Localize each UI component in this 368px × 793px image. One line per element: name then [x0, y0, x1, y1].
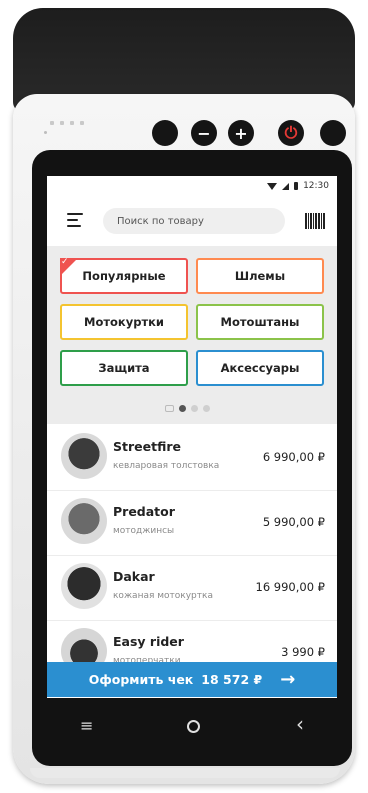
category-panel: Популярные Шлемы Мотокуртки Мотоштаны За… [47, 246, 337, 424]
category-label: Популярные [82, 269, 166, 283]
product-description: мотоджинсы [113, 526, 175, 536]
list-item[interactable]: Dakar кожаная мотокуртка 16 990,00 ₽ [47, 556, 337, 621]
menu-icon[interactable] [67, 213, 83, 231]
category-label: Шлемы [234, 269, 286, 283]
system-navbar: ≡ ‹ [32, 708, 352, 748]
category-label: Аксессуары [220, 361, 300, 375]
menu-nav-icon[interactable]: ≡ [80, 716, 93, 735]
category-accessories[interactable]: Аксессуары [196, 350, 324, 386]
product-name: Easy rider [113, 634, 184, 649]
search-input[interactable] [103, 208, 285, 234]
product-image [61, 498, 107, 544]
category-label: Защита [98, 361, 150, 375]
device-chin [30, 768, 340, 778]
list-item[interactable]: Streetfire кевларовая толстовка 6 990,00… [47, 426, 337, 491]
battery-icon [294, 182, 299, 190]
product-image [61, 433, 107, 479]
product-list: Streetfire кевларовая толстовка 6 990,00… [47, 426, 337, 686]
camera-button[interactable] [152, 120, 178, 146]
checkout-button[interactable]: Оформить чек 18 572 ₽ → [47, 662, 337, 697]
product-image [61, 563, 107, 609]
arrow-right-icon: → [280, 669, 296, 690]
speaker-grille [50, 121, 84, 125]
category-protection[interactable]: Защита [60, 350, 188, 386]
category-jackets[interactable]: Мотокуртки [60, 304, 188, 340]
volume-down-button[interactable]: − [191, 120, 217, 146]
product-price: 3 990 ₽ [281, 645, 325, 659]
scan-button[interactable] [320, 120, 346, 146]
status-time: 12:30 [303, 181, 329, 191]
category-popular[interactable]: Популярные [60, 257, 188, 294]
pager-dot-active [179, 405, 186, 412]
checkout-total: 18 572 ₽ [201, 672, 263, 687]
product-name: Dakar [113, 569, 155, 584]
product-description: кожаная мотокуртка [113, 591, 213, 601]
app-display: 12:30 Популярные Шлемы Мотокуртки Мотошт… [47, 176, 337, 698]
barcode-icon[interactable] [305, 213, 325, 229]
status-bar: 12:30 [47, 176, 337, 196]
wifi-icon [267, 182, 278, 190]
indicator-dot [44, 131, 47, 134]
power-button[interactable]: ⏻ [278, 120, 304, 146]
selected-check-icon [60, 257, 78, 276]
list-item[interactable]: Predator мотоджинсы 5 990,00 ₽ [47, 491, 337, 556]
back-nav-icon[interactable]: ‹ [296, 712, 304, 736]
category-label: Мотокуртки [84, 315, 164, 329]
category-pager[interactable] [165, 405, 210, 412]
product-price: 5 990,00 ₽ [262, 515, 325, 529]
product-name: Predator [113, 504, 175, 519]
volume-up-button[interactable]: + [228, 120, 254, 146]
product-description: кевларовая толстовка [113, 461, 220, 471]
camera-icon [165, 405, 174, 412]
category-pants[interactable]: Мотоштаны [196, 304, 324, 340]
category-helmets[interactable]: Шлемы [196, 258, 324, 294]
pager-dot [191, 405, 198, 412]
checkout-label: Оформить чек [88, 672, 194, 687]
search-header [47, 198, 337, 242]
category-label: Мотоштаны [220, 315, 300, 329]
product-price: 16 990,00 ₽ [255, 580, 326, 594]
home-nav-icon[interactable] [187, 720, 200, 733]
power-icon: ⏻ [284, 123, 298, 142]
product-name: Streetfire [113, 439, 181, 454]
pager-dot [203, 405, 210, 412]
signal-icon [282, 182, 290, 190]
product-price: 6 990,00 ₽ [262, 450, 325, 464]
